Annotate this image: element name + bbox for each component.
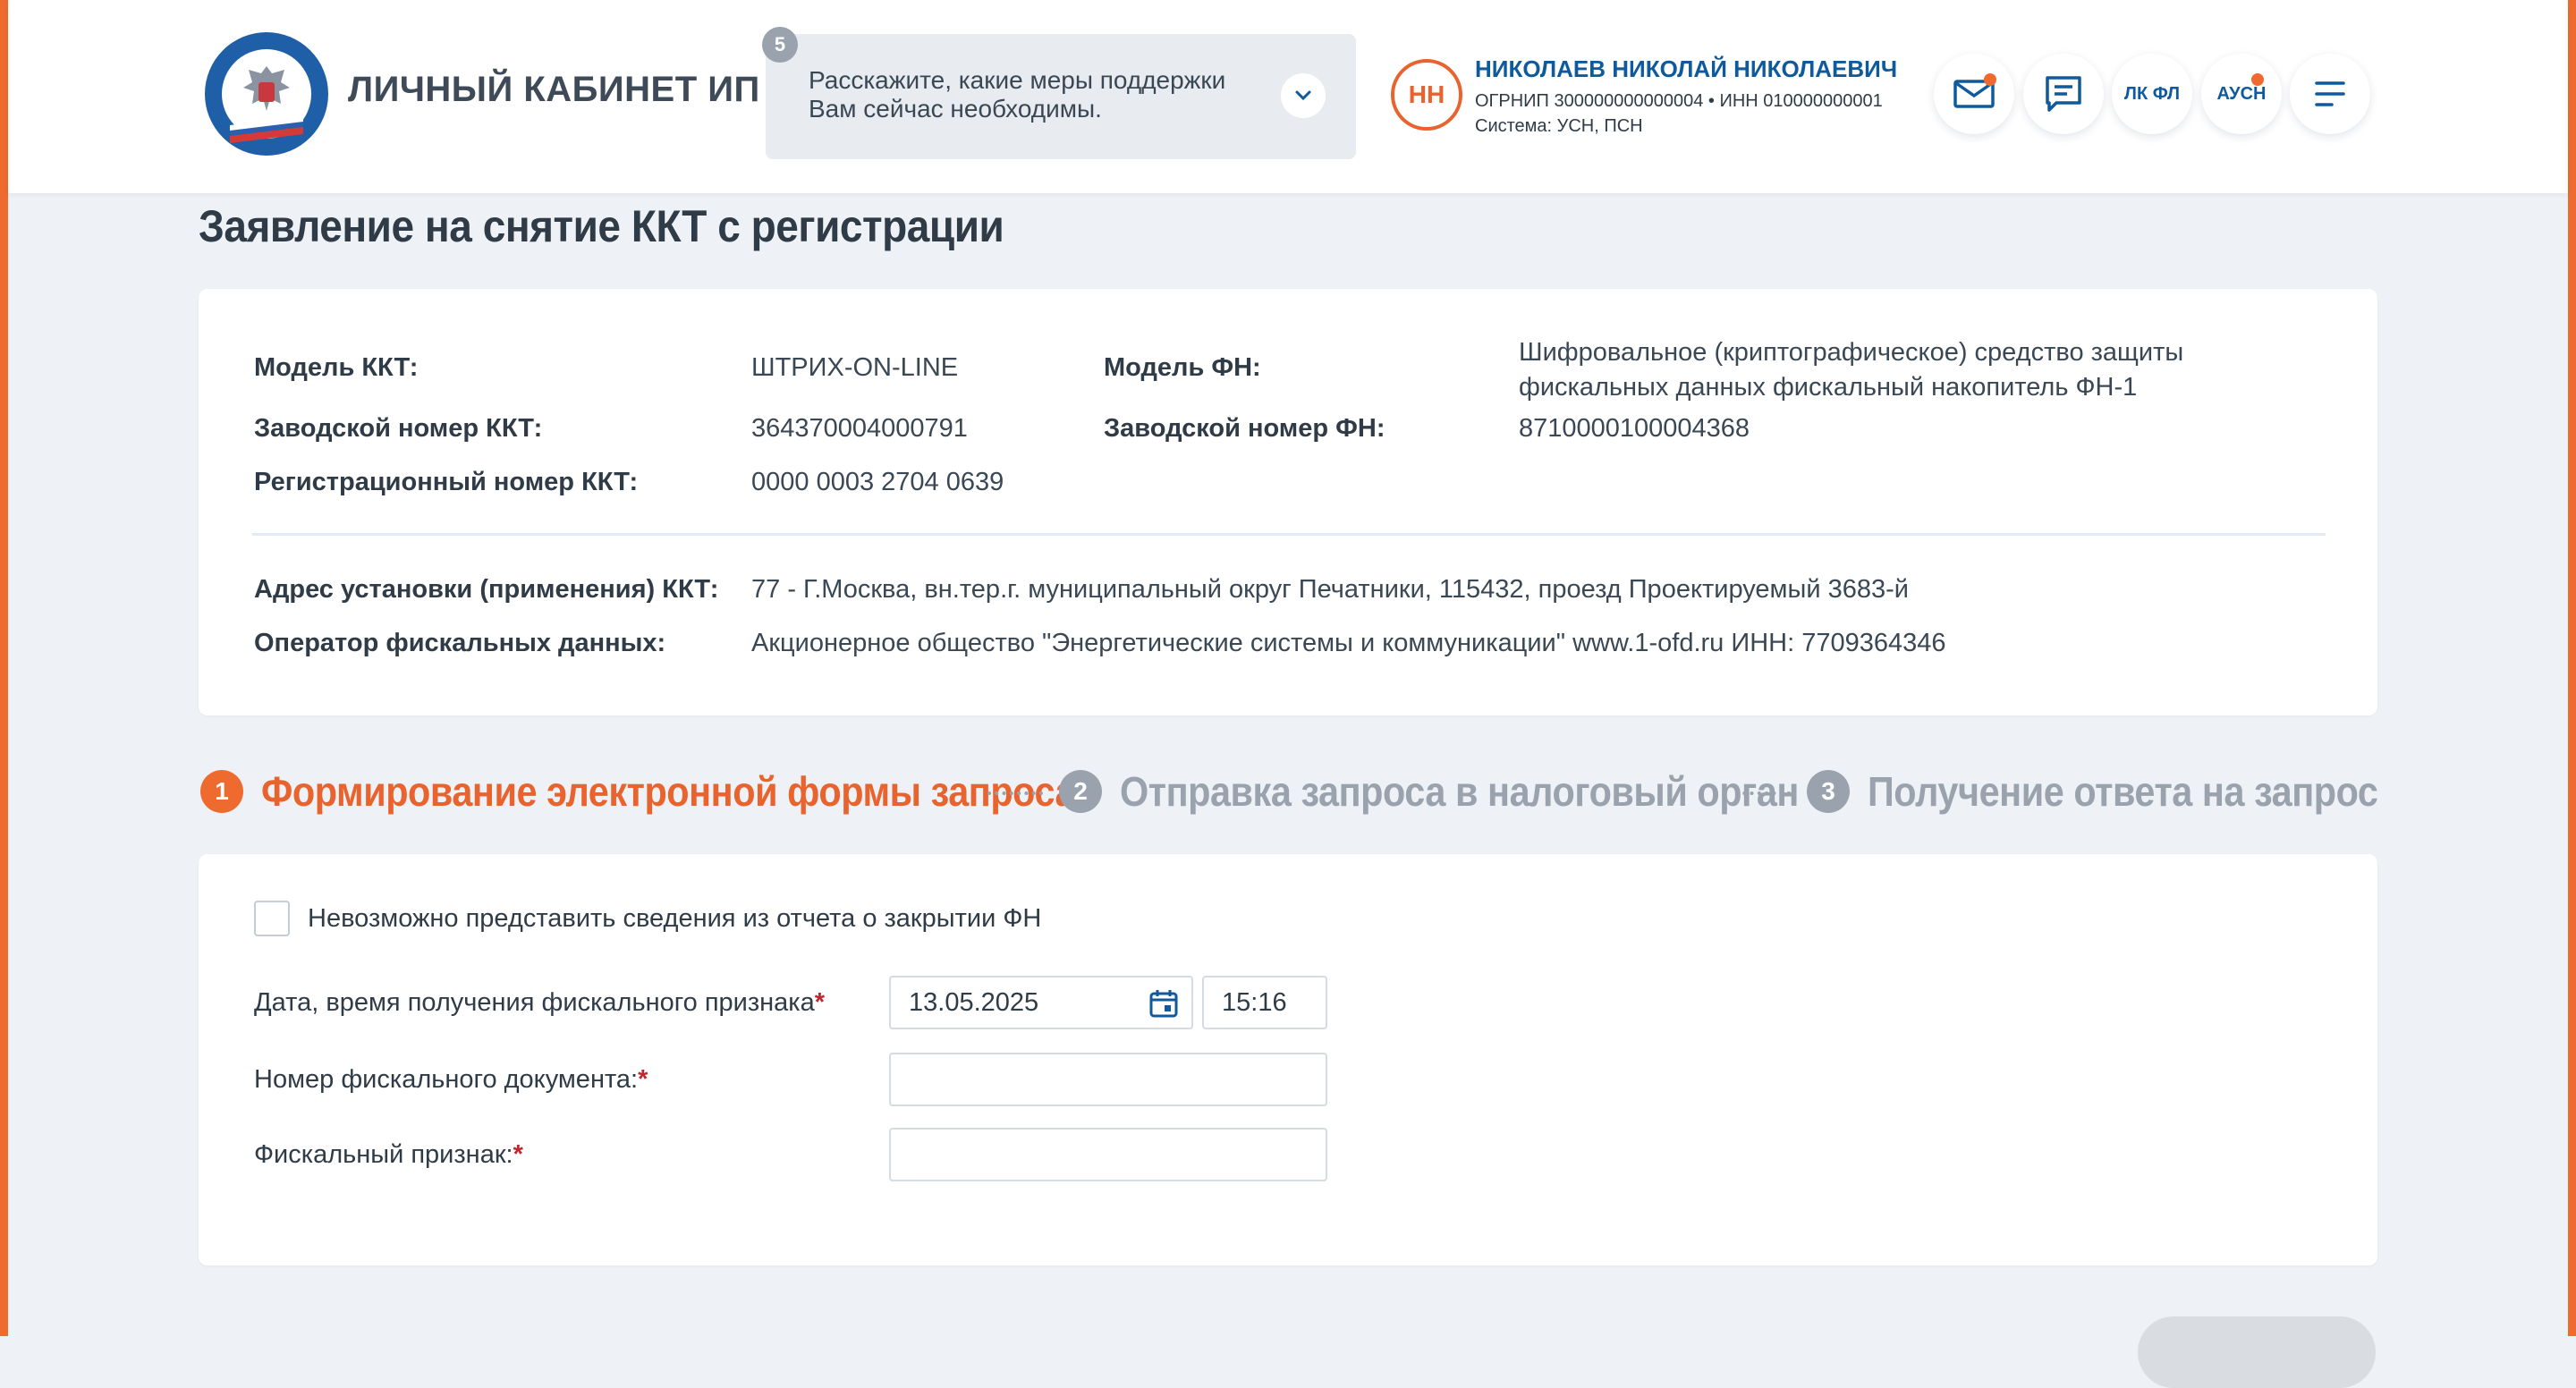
fiscal-sign-label: Фискальный признак:*: [254, 1140, 523, 1170]
address-label: Адрес установки (применения) ККТ:: [254, 575, 719, 604]
required-mark: *: [513, 1140, 523, 1169]
step-3: 3 Получение ответа на запрос: [1807, 767, 2435, 816]
mail-button[interactable]: [1934, 54, 2014, 134]
user-name[interactable]: НИКОЛАЕВ НИКОЛАЙ НИКОЛАЕВИЧ: [1475, 55, 1897, 83]
top-header: ЛИЧНЫЙ КАБИНЕТ ИП 5 Расскажите, какие ме…: [8, 0, 2568, 193]
step-2-label: Отправка запроса в налоговый орган: [1120, 768, 1799, 815]
step-2-number: 2: [1059, 770, 1102, 813]
support-banner[interactable]: 5 Расскажите, какие меры поддержки Вам с…: [762, 27, 1356, 159]
hamburger-menu-icon: [2315, 81, 2345, 106]
model-kkt-value: ШТРИХ-ON-LINE: [751, 353, 959, 382]
notification-dot: [1984, 73, 1996, 86]
banner-badge: 5: [762, 27, 798, 63]
app-title[interactable]: ЛИЧНЫЙ КАБИНЕТ ИП: [348, 70, 760, 110]
request-form-card: Невозможно представить сведения из отчет…: [199, 854, 2377, 1265]
serial-kkt-value: 364370004000791: [751, 414, 968, 443]
reg-kkt-label: Регистрационный номер ККТ:: [254, 468, 639, 496]
user-tax-system: Система: УСН, ПСН: [1475, 116, 1643, 136]
step-3-number: 3: [1807, 770, 1850, 813]
next-button[interactable]: [2138, 1316, 2376, 1388]
no-report-checkbox[interactable]: [254, 901, 290, 936]
model-kkt-label: Модель ККТ:: [254, 353, 419, 382]
date-time-label: Дата, время получения фискального призна…: [254, 988, 825, 1018]
required-mark: *: [638, 1065, 648, 1094]
step-connector: [1735, 791, 1791, 795]
banner-text: Расскажите, какие меры поддержки Вам сей…: [809, 66, 1226, 123]
chevron-down-icon: [1295, 90, 1311, 101]
ofd-label: Оператор фискальных данных:: [254, 629, 666, 657]
step-1-label: Формирование электронной формы запроса: [261, 768, 1076, 815]
date-input-value: 13.05.2025: [909, 988, 1039, 1017]
address-value: 77 - Г.Москва, вн.тер.г. муниципальный о…: [751, 575, 1909, 604]
user-ids: ОГРНИП 300000000000004 • ИНН 01000000000…: [1475, 91, 1883, 111]
serial-fn-value: 8710000100004368: [1519, 414, 1750, 443]
doc-number-label-text: Номер фискального документа:: [254, 1065, 639, 1094]
left-accent-border: [0, 0, 8, 1336]
ausn-label: АУСН: [2216, 83, 2267, 104]
step-3-label: Получение ответа на запрос: [1868, 768, 2378, 815]
serial-kkt-label: Заводской номер ККТ:: [254, 414, 543, 443]
kkt-info-card: Модель ККТ: ШТРИХ-ON-LINE Заводской номе…: [199, 289, 2377, 715]
divider: [252, 533, 2326, 536]
messages-button[interactable]: [2023, 54, 2104, 134]
model-fn-value: Шифровальное (криптографическое) средств…: [1519, 338, 2184, 402]
user-avatar[interactable]: НН: [1391, 59, 1462, 131]
model-fn-label: Модель ФН:: [1104, 353, 1261, 382]
calendar-icon[interactable]: [1148, 988, 1179, 1019]
date-time-label-text: Дата, время получения фискального призна…: [254, 988, 815, 1017]
ofd-value: Акционерное общество "Энергетические сис…: [751, 629, 1946, 657]
fns-logo[interactable]: [203, 30, 330, 157]
no-report-checkbox-label[interactable]: Невозможно представить сведения из отчет…: [308, 904, 1041, 934]
reg-kkt-value: 0000 0003 2704 0639: [751, 468, 1004, 496]
date-input[interactable]: 13.05.2025: [889, 976, 1193, 1029]
right-accent-border: [2568, 0, 2576, 1336]
page-title: Заявление на снятие ККТ с регистрации: [199, 201, 1004, 251]
lk-fl-button[interactable]: ЛК ФЛ: [2112, 54, 2192, 134]
fiscal-sign-input[interactable]: [889, 1128, 1327, 1181]
lk-fl-label: ЛК ФЛ: [2123, 83, 2181, 104]
notification-dot: [2251, 73, 2264, 86]
step-1-number: 1: [200, 770, 243, 813]
doc-number-label: Номер фискального документа:*: [254, 1065, 648, 1095]
serial-fn-label: Заводской номер ФН:: [1104, 414, 1385, 443]
time-input[interactable]: 15:16: [1202, 976, 1327, 1029]
doc-number-input[interactable]: [889, 1053, 1327, 1106]
fiscal-sign-label-text: Фискальный признак:: [254, 1140, 513, 1169]
step-connector: [987, 791, 1043, 795]
chat-icon: [2046, 76, 2081, 112]
time-input-value: 15:16: [1222, 988, 1287, 1017]
menu-button[interactable]: [2290, 54, 2370, 134]
required-mark: *: [814, 988, 826, 1017]
banner-expand-button[interactable]: [1281, 73, 1326, 118]
ausn-button[interactable]: АУСН: [2201, 54, 2282, 134]
